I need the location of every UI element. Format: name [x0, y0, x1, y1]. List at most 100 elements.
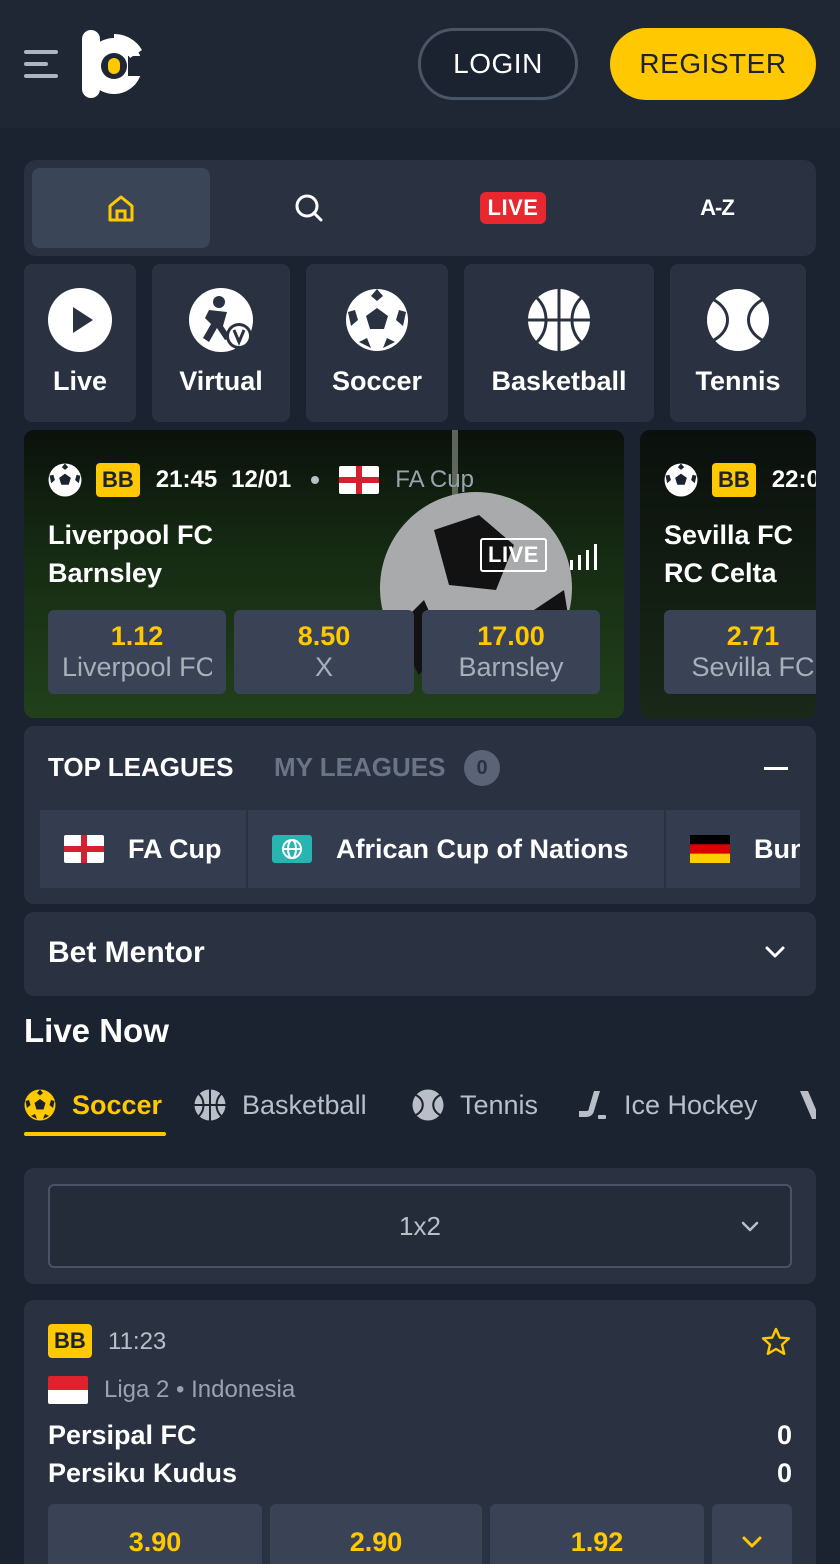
tab-tennis[interactable]: Tennis — [412, 1080, 538, 1130]
away-team: RC Celta — [664, 558, 777, 588]
market-select[interactable]: 1x2 — [48, 1184, 792, 1268]
brand-logo[interactable] — [80, 28, 146, 100]
league-chip[interactable]: African Cup of Nations — [248, 810, 664, 888]
tennis-ball-icon — [412, 1089, 444, 1121]
tab-label: Ice Hockey — [624, 1089, 758, 1120]
main-nav: LIVE A-Z — [24, 160, 816, 256]
league-name: Liga 2 • Indonesia — [104, 1376, 296, 1403]
search-icon — [295, 194, 323, 222]
leagues-panel: TOP LEAGUES MY LEAGUES 0 FA Cup African … — [24, 726, 816, 904]
tennis-ball-icon — [707, 289, 769, 351]
my-leagues-count: 0 — [464, 750, 500, 786]
tab-my-leagues[interactable]: MY LEAGUES — [274, 752, 445, 783]
featured-match-card[interactable]: BB 21:45 12/01 FA Cup Liverpool FC Barns… — [24, 430, 624, 718]
live-sport-tabs: Soccer Basketball Tennis Ice Hockey — [24, 1080, 816, 1138]
away-team: Barnsley — [48, 558, 163, 588]
tab-label: Basketball — [242, 1089, 367, 1120]
home-team: Persipal FC — [48, 1420, 197, 1450]
more-markets-button[interactable] — [712, 1504, 792, 1564]
globe-icon — [272, 835, 312, 863]
odd-button-away[interactable]: 1.92 — [490, 1504, 704, 1564]
basketball-icon — [194, 1089, 226, 1121]
sport-label: Tennis — [695, 366, 781, 396]
odd-value: 1.12 — [110, 621, 164, 651]
england-flag-icon — [64, 835, 104, 863]
odd-button-home[interactable]: 3.90 — [48, 1504, 262, 1564]
away-team: Persiku Kudus — [48, 1458, 238, 1488]
tab-more-sport[interactable] — [794, 1080, 816, 1130]
odd-value: 2.90 — [349, 1526, 403, 1557]
odd-selection: Barnsley — [458, 652, 564, 682]
odd-button-away[interactable]: 17.00 Barnsley — [422, 610, 600, 694]
league-name: African Cup of Nations — [336, 833, 629, 864]
indonesia-flag-icon — [48, 1376, 88, 1404]
odd-selection: Liverpool FC — [62, 652, 212, 682]
sport-live[interactable]: Live — [24, 264, 136, 422]
tab-label: Soccer — [72, 1089, 163, 1120]
star-icon[interactable] — [760, 1326, 792, 1358]
bet-builder-badge: BB — [712, 463, 756, 497]
odd-value: 8.50 — [297, 621, 351, 651]
sport-tennis[interactable]: Tennis — [670, 264, 806, 422]
live-match-card[interactable]: BB 11:23 Liga 2 • Indonesia Persipal FC … — [24, 1300, 816, 1564]
bet-builder-badge: BB — [48, 1324, 92, 1358]
market-value: 1x2 — [399, 1210, 441, 1241]
collapse-icon[interactable] — [764, 767, 788, 770]
featured-match-card[interactable]: BB 22:00 Sevilla FC RC Celta 2.71 Sevill… — [640, 430, 816, 718]
odd-value: 3.90 — [128, 1526, 182, 1557]
live-indicator: LIVE — [480, 538, 547, 572]
sport-virtual[interactable]: Virtual — [152, 264, 290, 422]
chevron-down-icon — [765, 946, 785, 958]
live-badge: LIVE — [479, 192, 547, 224]
header: LOGIN REGISTER — [0, 0, 840, 128]
odd-button-home[interactable]: 1.12 Liverpool FC — [48, 610, 226, 694]
tab-az[interactable]: A-Z — [628, 168, 806, 248]
sport-label: Soccer — [331, 366, 423, 396]
soccer-ball-icon — [24, 1089, 56, 1121]
register-button[interactable]: REGISTER — [610, 28, 816, 100]
login-button[interactable]: LOGIN — [418, 28, 578, 100]
sport-label: Live — [52, 366, 108, 396]
active-tab-indicator — [24, 1132, 166, 1136]
sport-basketball[interactable]: Basketball — [464, 264, 654, 422]
tab-soccer[interactable]: Soccer — [24, 1080, 162, 1130]
tab-basketball[interactable]: Basketball — [194, 1080, 367, 1130]
az-label: A-Z — [700, 195, 735, 220]
tab-ice-hockey[interactable]: Ice Hockey — [576, 1080, 758, 1130]
tab-search[interactable] — [220, 168, 398, 248]
sport-label: Basketball — [491, 366, 627, 396]
menu-icon[interactable] — [24, 48, 60, 80]
league-strip: FA Cup African Cup of Nations Bundesliga — [40, 810, 800, 888]
match-time: 21:45 — [155, 466, 218, 493]
league-chip[interactable]: FA Cup — [40, 810, 246, 888]
home-team: Sevilla FC — [664, 520, 794, 550]
sport-soccer[interactable]: Soccer — [306, 264, 448, 422]
bet-builder-badge: BB — [96, 463, 140, 497]
home-team: Liverpool FC — [48, 520, 214, 550]
odd-selection: Sevilla FC — [691, 652, 815, 682]
league-chip[interactable]: Bundesliga — [666, 810, 800, 888]
odd-value: 2.71 — [726, 621, 780, 651]
odd-button-draw[interactable]: 2.90 — [270, 1504, 482, 1564]
odd-button-draw[interactable]: 8.50 X — [234, 610, 414, 694]
home-score: 0 — [776, 1420, 792, 1450]
live-now-heading: Live Now — [24, 1012, 169, 1049]
basketball-icon — [528, 289, 590, 351]
tab-top-leagues[interactable]: TOP LEAGUES — [48, 752, 233, 783]
tab-live[interactable]: LIVE — [424, 168, 602, 248]
odd-value: 17.00 — [477, 621, 545, 651]
play-icon — [48, 288, 112, 352]
league-name: FA Cup — [128, 833, 222, 864]
odd-selection: X — [314, 652, 333, 682]
chevron-down-icon — [741, 1221, 759, 1232]
sport-icon — [800, 1091, 816, 1119]
tab-home[interactable] — [32, 168, 210, 248]
odd-button-home[interactable]: 2.71 Sevilla FC — [664, 610, 816, 694]
bet-mentor-panel[interactable]: Bet Mentor — [24, 912, 816, 996]
home-icon — [108, 195, 134, 222]
virtual-player-icon — [189, 288, 253, 352]
chevron-down-icon — [742, 1536, 762, 1548]
live-stats-icon[interactable] — [568, 542, 600, 570]
soccer-ball-icon — [346, 289, 408, 351]
separator-dot — [311, 476, 320, 484]
